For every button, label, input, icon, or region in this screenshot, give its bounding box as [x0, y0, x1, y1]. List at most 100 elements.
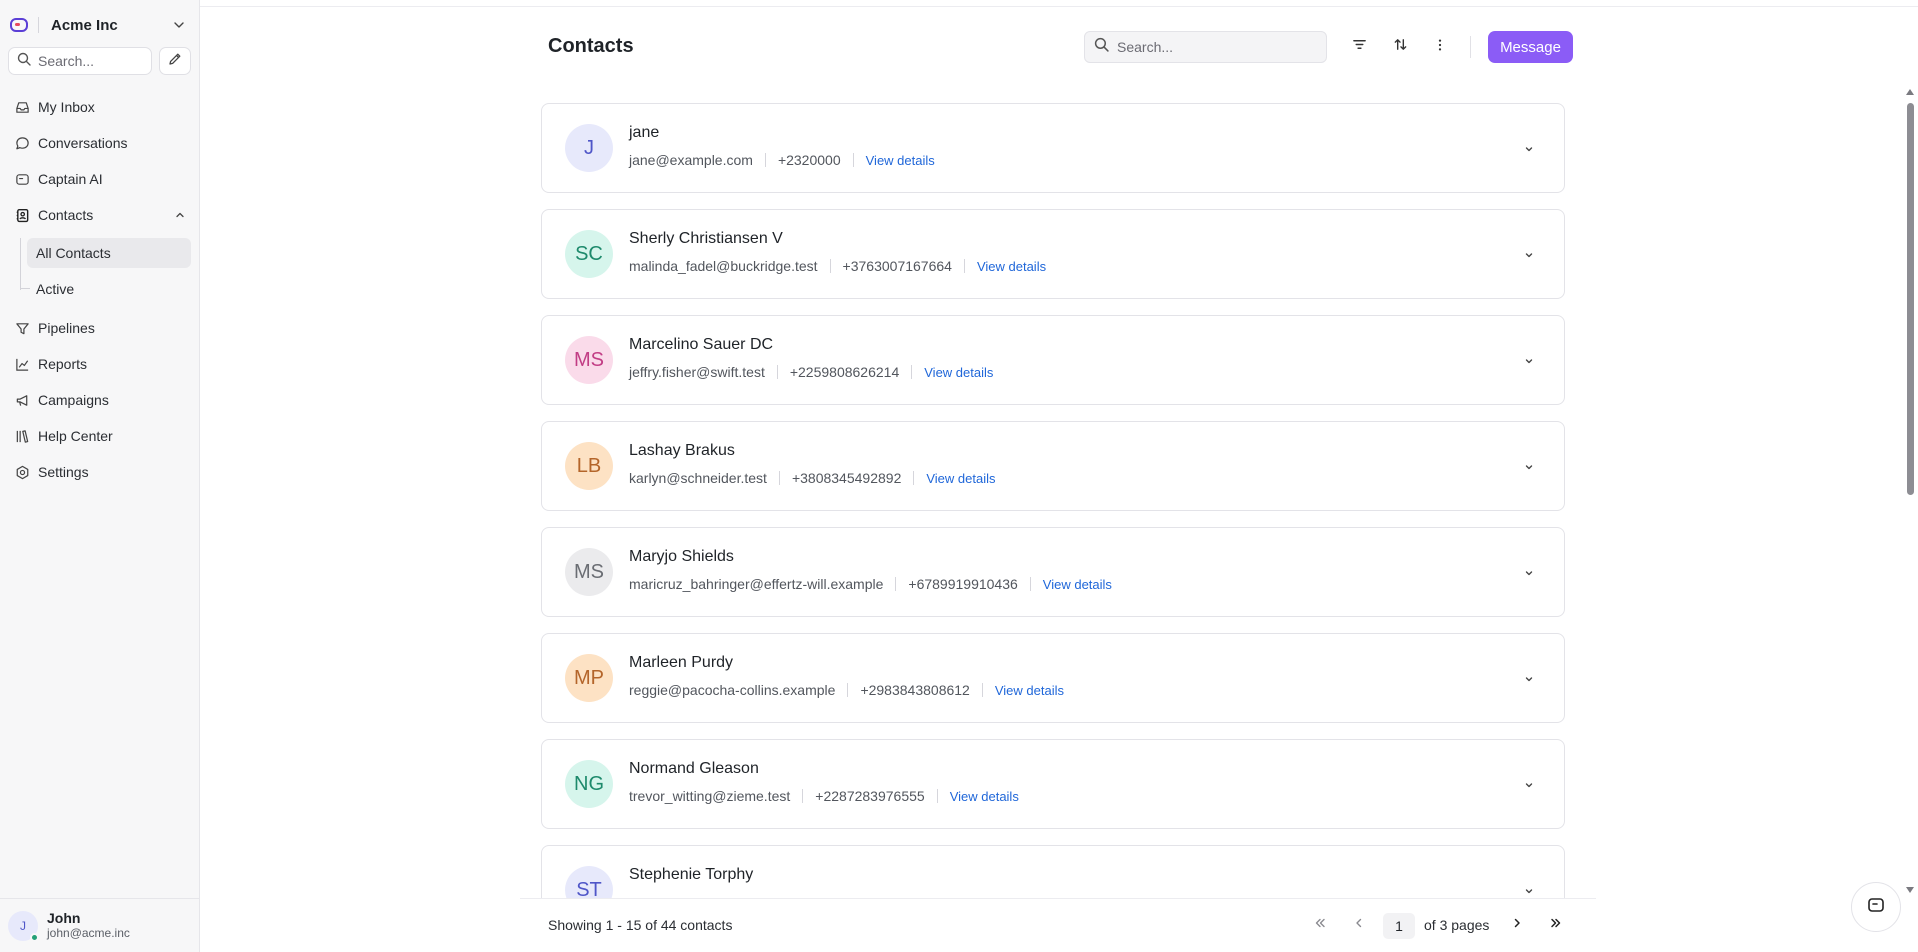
contacts-list: Jjane jane@example.com +2320000 View detail…: [540, 103, 1566, 898]
chevrons-left-icon: [1313, 916, 1327, 935]
sidebar-item-contacts[interactable]: Contacts: [8, 200, 192, 230]
next-page-button[interactable]: [1504, 912, 1530, 938]
contact-card[interactable]: MS Marcelino Sauer DC jeffry.fisher@swift.…: [541, 315, 1565, 405]
expand-chevron-icon[interactable]: [1522, 354, 1536, 368]
expand-chevron-icon[interactable]: [1522, 778, 1536, 792]
meta-divider: [913, 471, 915, 485]
sort-button[interactable]: [1386, 33, 1414, 61]
first-page-button[interactable]: [1307, 912, 1333, 938]
chevron-up-icon: [174, 208, 186, 224]
contact-avatar: MP: [565, 654, 613, 702]
pencil-icon: [168, 52, 182, 71]
contacts-search[interactable]: [1084, 31, 1327, 63]
more-options-button[interactable]: [1426, 33, 1454, 61]
view-details-link[interactable]: View details: [866, 153, 935, 168]
sidebar-item-label: Campaigns: [38, 392, 109, 408]
meta-divider: [911, 365, 913, 379]
contact-name: Stephenie Torphy: [629, 866, 754, 883]
gear-icon: [14, 464, 30, 480]
contact-phone: +6789919910436: [908, 576, 1018, 592]
previous-page-button[interactable]: [1346, 912, 1372, 938]
line-chart-icon: [14, 356, 30, 372]
library-icon: [14, 428, 30, 444]
contact-card[interactable]: ST Stephenie Torphy: [541, 845, 1565, 898]
meta-divider: [847, 683, 849, 697]
sidebar-subitem-all-contacts[interactable]: All Contacts: [27, 238, 191, 268]
sidebar-item-reports[interactable]: Reports: [8, 349, 192, 379]
contact-email: jeffry.fisher@swift.test: [629, 364, 765, 380]
scroll-up-arrow-icon[interactable]: [1906, 89, 1914, 95]
expand-chevron-icon[interactable]: [1522, 566, 1536, 580]
avatar: J: [8, 910, 39, 942]
chevron-right-icon: [1510, 916, 1524, 935]
workspace-switcher[interactable]: Acme Inc: [10, 12, 190, 38]
sidebar-item-pipelines[interactable]: Pipelines: [8, 313, 192, 343]
chevrons-right-icon: [1549, 916, 1563, 935]
contact-name: Marleen Purdy: [629, 654, 734, 671]
meta-divider: [764, 153, 766, 167]
sidebar-item-help-center[interactable]: Help Center: [8, 421, 192, 451]
contact-email: reggie@pacocha-collins.example: [629, 682, 836, 698]
expand-chevron-icon[interactable]: [1522, 248, 1536, 262]
funnel-icon: [14, 320, 30, 336]
chevron-left-icon: [1352, 916, 1366, 935]
sidebar-search-input[interactable]: [38, 53, 151, 69]
sidebar-search[interactable]: [8, 47, 152, 75]
contact-name: Normand Gleason: [629, 760, 759, 777]
pagination-summary: Showing 1 - 15 of 44 contacts: [548, 917, 733, 933]
meta-divider: [963, 259, 965, 273]
toolbar-divider: [1470, 36, 1471, 58]
view-details-link[interactable]: View details: [926, 471, 995, 486]
view-details-link[interactable]: View details: [924, 365, 993, 380]
contact-card[interactable]: LB Lashay Brakus karlyn@schneider.test +380…: [541, 421, 1565, 511]
contact-avatar: MS: [565, 548, 613, 596]
sidebar-item-conversations[interactable]: Conversations: [8, 128, 192, 158]
contact-card[interactable]: MS Maryjo Shields maricruz_bahringer@effer…: [541, 527, 1565, 617]
current-user[interactable]: J John john@acme.inc: [0, 898, 199, 952]
contact-email: karlyn@schneider.test: [629, 470, 767, 486]
sidebar-item-settings[interactable]: Settings: [8, 457, 192, 487]
compose-button[interactable]: [159, 47, 191, 75]
scrollbar-thumb[interactable]: [1907, 103, 1914, 495]
subnav-tree-line: [20, 238, 30, 292]
meta-divider: [802, 789, 804, 803]
contact-card[interactable]: MP Marleen Purdy reggie@pacocha-collins.ex…: [541, 633, 1565, 723]
contact-phone: +3808345492892: [791, 470, 902, 486]
user-name: John: [47, 909, 81, 926]
contacts-search-input[interactable]: [1117, 39, 1326, 55]
filter-button[interactable]: [1345, 33, 1373, 61]
contact-card[interactable]: SC Sherly Christiansen V malinda_fadel@buc…: [541, 209, 1565, 299]
contact-avatar: ST: [565, 866, 613, 898]
expand-chevron-icon[interactable]: [1522, 672, 1536, 686]
view-details-link[interactable]: View details: [950, 789, 1019, 804]
footer-divider: [520, 898, 1596, 899]
bot-icon: [14, 171, 30, 187]
expand-chevron-icon[interactable]: [1522, 460, 1536, 474]
sort-arrows-icon: [1393, 37, 1408, 57]
sidebar-item-label: Captain AI: [38, 171, 103, 187]
last-page-button[interactable]: [1543, 912, 1569, 938]
contact-card[interactable]: NG Normand Gleason trevor_witting@zieme.te…: [541, 739, 1565, 829]
contact-meta: jeffry.fisher@swift.test +2259808626214 Vi…: [629, 364, 993, 380]
sidebar-item-my-inbox[interactable]: My Inbox: [8, 92, 192, 122]
message-button[interactable]: Message: [1488, 31, 1573, 63]
contact-card[interactable]: Jjane jane@example.com +2320000 View detail…: [541, 103, 1565, 193]
view-details-link[interactable]: View details: [977, 259, 1046, 274]
sidebar-item-captain-ai[interactable]: Captain AI: [8, 164, 192, 194]
view-details-link[interactable]: View details: [995, 683, 1064, 698]
chat-widget-button[interactable]: [1851, 882, 1901, 932]
current-page-indicator[interactable]: 1: [1383, 913, 1415, 939]
expand-chevron-icon[interactable]: [1522, 884, 1536, 898]
sidebar-subitem-active[interactable]: Active: [27, 274, 191, 304]
view-details-link[interactable]: View details: [1043, 577, 1112, 592]
workspace-name: Acme Inc: [51, 16, 118, 34]
contact-avatar: MS: [565, 336, 613, 384]
top-divider: [200, 6, 1918, 7]
inbox-icon: [14, 99, 30, 115]
online-status-dot: [30, 932, 39, 942]
sidebar-item-campaigns[interactable]: Campaigns: [8, 385, 192, 415]
search-icon: [17, 52, 31, 71]
expand-chevron-icon[interactable]: [1522, 142, 1536, 156]
user-email: john@acme.inc: [47, 925, 130, 940]
scroll-down-arrow-icon[interactable]: [1906, 887, 1914, 893]
